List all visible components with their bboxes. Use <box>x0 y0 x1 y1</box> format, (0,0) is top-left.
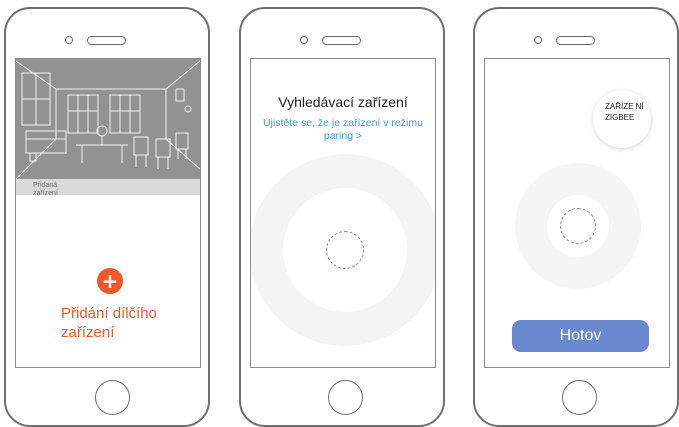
plus-icon: + <box>101 269 119 293</box>
phone-frame-2: Vyhledávací zařízení Ujistěte se, že je … <box>239 7 445 427</box>
zigbee-device-label: ZAŘÍZE NÍ ZIGBEE <box>605 102 644 122</box>
speaker-slot <box>87 36 126 45</box>
phone-frame-3: ZAŘÍZE NÍ ZIGBEE Hotov <box>473 7 679 427</box>
added-devices-label: Přidaná zařízení <box>33 182 58 197</box>
search-title: Vyhledávací zařízení <box>278 94 408 110</box>
add-sub-device-label[interactable]: Přidání dílčího zařízení <box>61 304 191 342</box>
speaker-slot <box>556 36 595 45</box>
phone-frame-1: Přidaná zařízení + Přidání dílčího zaříz… <box>4 7 210 427</box>
camera-dot <box>65 36 73 44</box>
screen-searching: Vyhledávací zařízení Ujistěte se, že je … <box>250 58 436 368</box>
done-button[interactable]: Hotov <box>512 320 649 352</box>
scan-target-icon <box>326 231 364 269</box>
speaker-slot <box>322 36 361 45</box>
camera-dot <box>534 36 542 44</box>
home-button[interactable] <box>95 380 130 415</box>
home-button[interactable] <box>562 380 597 415</box>
add-sub-device-button[interactable]: + <box>97 268 123 294</box>
home-button[interactable] <box>328 380 363 415</box>
room-image <box>16 59 200 179</box>
scan-target-icon <box>560 208 596 244</box>
screen-added-devices: Přidaná zařízení + Přidání dílčího zaříz… <box>15 58 201 368</box>
screen-device-found: ZAŘÍZE NÍ ZIGBEE Hotov <box>484 58 670 368</box>
pairing-mode-link[interactable]: Ujistěte se, že je zařízení v režimu par… <box>261 117 425 143</box>
camera-dot <box>300 36 308 44</box>
